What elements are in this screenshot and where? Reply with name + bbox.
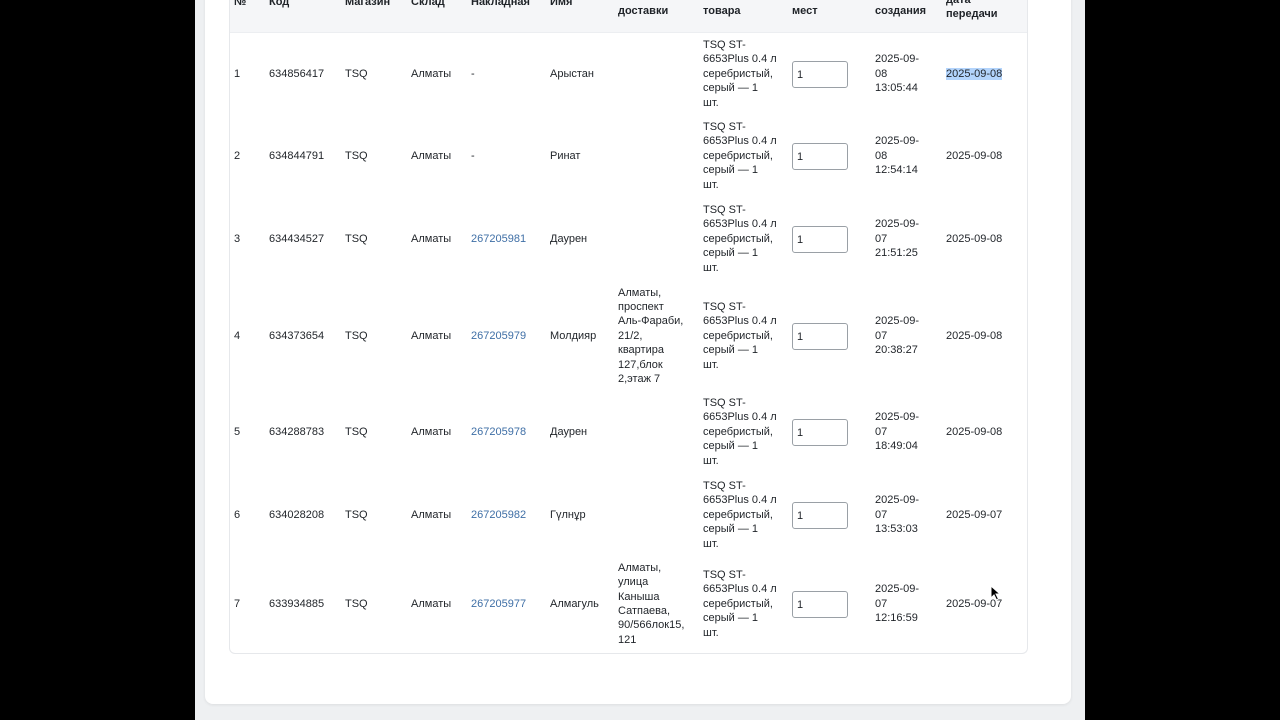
transfer-date: 2025-09-08 — [946, 425, 1003, 438]
warehouse-name: Алматы — [411, 425, 452, 438]
header-name: Имя — [550, 0, 573, 8]
customer-name: Даурен — [550, 232, 588, 245]
selected-text: 2025-09-08 — [946, 67, 1003, 80]
header-product: товара — [703, 5, 741, 17]
delivery-address: Алматы, проспект Аль-Фараби, 21/2, кварт… — [618, 286, 684, 386]
header-shop: Магазин — [345, 0, 391, 8]
created-datetime: 2025-09- 07 20:38:27 — [875, 315, 920, 357]
shop-name: TSQ — [345, 597, 368, 610]
product-description: TSQ ST- 6653Plus 0.4 л серебристый, серы… — [703, 121, 777, 191]
customer-name: Молдияр — [550, 329, 597, 342]
places-input[interactable] — [792, 502, 848, 529]
invoice-link[interactable]: 267205978 — [471, 425, 546, 439]
header-warehouse: Склад — [411, 0, 445, 8]
transfer-date: 2025-09-07 — [946, 508, 1003, 521]
created-datetime: 2025-09- 07 18:49:04 — [875, 411, 920, 453]
header-number: № — [234, 0, 247, 8]
product-description: TSQ ST- 6653Plus 0.4 л серебристый, серы… — [703, 204, 777, 274]
row-number: 1 — [234, 67, 241, 80]
places-input[interactable] — [792, 226, 848, 253]
places-input[interactable] — [792, 323, 848, 350]
warehouse-name: Алматы — [411, 329, 452, 342]
created-datetime: 2025-09- 07 13:53:03 — [875, 494, 920, 536]
shop-name: TSQ — [345, 232, 368, 245]
invoice-link[interactable]: 267205982 — [471, 508, 546, 522]
invoice-empty: - — [471, 67, 475, 80]
order-code: 634288783 — [269, 425, 325, 438]
order-code: 633934885 — [269, 597, 325, 610]
order-code: 634856417 — [269, 67, 325, 80]
customer-name: Даурен — [550, 425, 588, 438]
places-input[interactable] — [792, 419, 848, 446]
product-description: TSQ ST- 6653Plus 0.4 л серебристый, серы… — [703, 480, 777, 550]
customer-name: Арыстан — [550, 67, 594, 80]
invoice-link[interactable]: 267205981 — [471, 232, 546, 246]
row-number: 5 — [234, 425, 241, 438]
order-code: 634373654 — [269, 329, 325, 342]
places-input[interactable] — [792, 61, 848, 88]
order-code: 634434527 — [269, 232, 325, 245]
created-datetime: 2025-09- 07 12:16:59 — [875, 583, 920, 625]
orders-table: № Код Магазин Склад Накладная Имя доставки това… — [229, 0, 1028, 654]
customer-name: Алмагуль — [550, 597, 599, 610]
product-description: TSQ ST- 6653Plus 0.4 л серебристый, серы… — [703, 569, 777, 639]
browser-viewport: № Код Магазин Склад Накладная Имя доставки това… — [195, 0, 1085, 720]
transfer-date: 2025-09-08 — [946, 232, 1003, 245]
created-datetime: 2025-09- 08 12:54:14 — [875, 135, 920, 177]
header-transfer-date: дата передачи — [946, 0, 998, 20]
order-code: 634844791 — [269, 149, 325, 162]
customer-name: Ринат — [550, 149, 581, 162]
transfer-date: 2025-09-08 — [946, 149, 1003, 162]
shop-name: TSQ — [345, 67, 368, 80]
order-code: 634028208 — [269, 508, 325, 521]
warehouse-name: Алматы — [411, 149, 452, 162]
created-datetime: 2025-09- 07 21:51:25 — [875, 218, 920, 260]
product-description: TSQ ST- 6653Plus 0.4 л серебристый, серы… — [703, 397, 777, 467]
delivery-address: Алматы, улица Каныша Сатпаева, 90/566лок… — [618, 561, 685, 646]
warehouse-name: Алматы — [411, 232, 452, 245]
places-input[interactable] — [792, 143, 848, 170]
mouse-pointer-icon — [990, 584, 1002, 606]
header-places: мест — [792, 5, 818, 17]
header-code: Код — [269, 0, 290, 8]
invoice-link[interactable]: 267205979 — [471, 329, 546, 343]
row-number: 7 — [234, 597, 241, 610]
header-delivery: доставки — [618, 5, 669, 17]
customer-name: Гүлнұр — [550, 508, 586, 521]
warehouse-name: Алматы — [411, 508, 452, 521]
product-description: TSQ ST- 6653Plus 0.4 л серебристый, серы… — [703, 301, 777, 371]
shop-name: TSQ — [345, 149, 368, 162]
warehouse-name: Алматы — [411, 597, 452, 610]
shop-name: TSQ — [345, 425, 368, 438]
shop-name: TSQ — [345, 508, 368, 521]
row-number: 6 — [234, 508, 241, 521]
header-created: создания — [875, 5, 927, 17]
transfer-date: 2025-09-08 — [946, 329, 1003, 342]
header-invoice: Накладная — [471, 0, 530, 8]
created-datetime: 2025-09- 08 13:05:44 — [875, 53, 920, 95]
product-description: TSQ ST- 6653Plus 0.4 л серебристый, серы… — [703, 39, 777, 109]
invoice-empty: - — [471, 149, 475, 162]
warehouse-name: Алматы — [411, 67, 452, 80]
row-number: 4 — [234, 329, 241, 342]
places-input[interactable] — [792, 591, 848, 618]
invoice-link[interactable]: 267205977 — [471, 597, 546, 611]
row-number: 2 — [234, 149, 241, 162]
transfer-date: 2025-09-08 — [946, 67, 1022, 81]
transfer-date: 2025-09-07 — [946, 597, 1003, 610]
row-number: 3 — [234, 232, 241, 245]
shop-name: TSQ — [345, 329, 368, 342]
